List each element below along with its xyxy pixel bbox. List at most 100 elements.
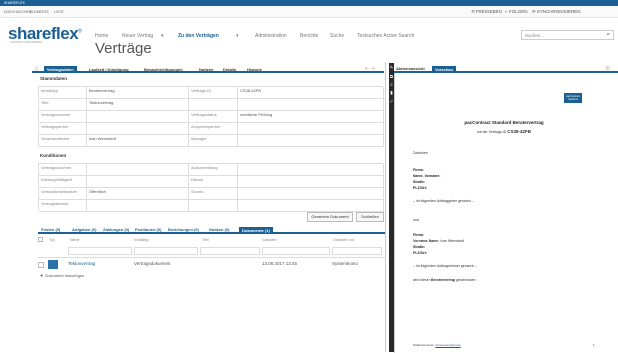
tab-laufzeit[interactable]: Laufzeit / Kündigung [86, 66, 132, 73]
ribbon-tab-liste[interactable]: LISTE [54, 10, 64, 14]
field-value[interactable] [238, 200, 384, 212]
doc-footer-link[interactable]: www.pacontract.de [435, 343, 460, 347]
col-modified[interactable]: Geändert [262, 238, 277, 242]
field-value[interactable] [87, 164, 189, 176]
share-label: FREIGEBEN [475, 9, 502, 14]
settings-icon[interactable]: ⚙ [605, 65, 610, 72]
share-action[interactable]: ⟲ FREIGEBEN [471, 9, 502, 15]
ribbon-tab-elemente[interactable]: ELEMENTE [30, 10, 49, 14]
field-label: Zahlungsfälligkeit [39, 176, 87, 188]
page-title: Verträge [95, 40, 152, 57]
doc-subtitle: mit der Vertrags-ID [476, 130, 507, 134]
field-label: Vertrags-ID [189, 87, 238, 99]
tab-positionen[interactable]: Positionen (0) [135, 227, 161, 234]
field-value[interactable]: rechtliche Prüfung [238, 111, 384, 123]
field-value[interactable] [87, 123, 189, 135]
field-label: Vertragsnummer [39, 111, 87, 123]
collapse-icon[interactable]: ⇤ ⇥ [365, 66, 375, 72]
follow-label: FOLGEN [509, 9, 528, 14]
nav-reports[interactable]: Berichte [300, 33, 318, 39]
col-title[interactable]: Titel [202, 238, 208, 242]
preview-tabbar [394, 66, 618, 73]
tab-action-view[interactable]: Aktionsansicht [396, 66, 425, 71]
col-content-type[interactable]: Inhaltstyp [134, 238, 149, 242]
star-icon: ☆ [504, 8, 509, 14]
search-icon[interactable]: ⌕ [606, 31, 610, 39]
doc-firma: Firma: [413, 168, 424, 172]
nav-new-contract[interactable]: Neuer Vertrag [122, 33, 153, 39]
doc-street: Straße: [413, 180, 426, 184]
nav-home[interactable]: Home [95, 33, 108, 39]
tab-notizen-related[interactable]: Notizen (0) [209, 227, 229, 234]
field-value[interactable]: Ivan Wernstedt [87, 135, 189, 147]
col-type[interactable]: Typ [49, 238, 55, 242]
field-value[interactable] [238, 164, 384, 176]
field-value[interactable] [238, 188, 384, 200]
nav-contracts[interactable]: Zu den Verträgen [178, 33, 219, 39]
tab-details[interactable]: Details [220, 66, 239, 73]
doc-modified-by: Systemkonto [332, 261, 359, 266]
tab-benachrichtigungen[interactable]: Benachrichtigungen [141, 66, 186, 73]
nav-administration[interactable]: Administration [255, 33, 287, 39]
field-value[interactable]: Tektonvertrag [87, 99, 189, 111]
field-label: Ansprechpartner [189, 123, 238, 135]
nav-dropdown-icon[interactable]: ▾ [236, 33, 239, 39]
sync-action[interactable]: ⟳ SYNCHRONISIEREN [532, 9, 581, 15]
col-name[interactable]: Name [70, 238, 79, 242]
filter-type[interactable] [134, 247, 198, 255]
col-modified-by[interactable]: Geändert von [333, 238, 354, 242]
filter-title[interactable] [200, 247, 260, 255]
field-label [189, 99, 238, 111]
tab-preview[interactable]: Vorschau [432, 66, 456, 73]
tab-aufgaben[interactable]: Aufgaben (0) [72, 227, 96, 234]
filter-modified-by[interactable] [332, 247, 382, 255]
field-value[interactable] [87, 111, 189, 123]
field-value[interactable] [87, 176, 189, 188]
plus-icon: ✚ [40, 273, 44, 278]
select-all-checkbox[interactable] [38, 237, 43, 242]
tab-vertragsdaten[interactable]: Vertragsdaten [44, 66, 77, 73]
close-button[interactable]: Schließen [356, 212, 384, 222]
field-label: Titel [39, 99, 87, 111]
doc-street2: Straße: [413, 245, 426, 249]
filter-name[interactable] [68, 247, 132, 255]
field-label: Inhaltstyp [39, 87, 87, 99]
field-value[interactable] [238, 99, 384, 111]
field-value[interactable]: Beratervertrag [87, 87, 189, 99]
field-value[interactable] [87, 200, 189, 212]
field-value[interactable]: CS38-42FB [238, 87, 384, 99]
nav-active-search[interactable]: Testsuchen Active Search [357, 33, 414, 39]
doc-page-number: 1 [593, 343, 595, 347]
section-konditionen: Konditionen [40, 153, 67, 158]
nav-dropdown-icon[interactable]: ▾ [161, 33, 164, 39]
follow-action[interactable]: ☆ FOLGEN [504, 9, 528, 15]
field-value[interactable]: Öffentlich [87, 188, 189, 200]
field-label: Vertraulichkeitsstufe [39, 188, 87, 200]
nav-search[interactable]: Suche [330, 33, 344, 39]
field-label: Vertragsvolumen [39, 164, 87, 176]
tab-fristen[interactable]: Fristen (0) [41, 227, 60, 234]
row-checkbox[interactable] [38, 262, 44, 268]
sync-label: SYNCHRONISIEREN [536, 9, 581, 14]
generate-document-button[interactable]: Generiere Dokument [307, 212, 353, 222]
field-label: Vertragspartner [39, 123, 87, 135]
table-row[interactable]: Tektonvertrag Vertragsdokument 13.06.201… [38, 260, 385, 272]
doc-name-link[interactable]: Tektonvertrag [68, 261, 95, 266]
field-value[interactable] [238, 176, 384, 188]
tab-dokumente[interactable]: Dokumente (1) [239, 227, 273, 234]
field-value[interactable] [238, 135, 384, 147]
doc-auftraggeber: – im folgenden Auftraggeber genannt – [413, 199, 474, 203]
field-value[interactable] [238, 123, 384, 135]
doc-auftragnehmer: – im folgenden Auftragnehmer genannt – [413, 264, 477, 268]
new-document-link[interactable]: ✚ Dokument hinzufügen [40, 273, 84, 278]
filter-modified[interactable] [262, 247, 330, 255]
field-label: Vertragsbeweis [39, 200, 87, 212]
tab-notizen[interactable]: Notizen [196, 66, 216, 73]
tab-historie[interactable]: Historie [244, 66, 265, 73]
search-input[interactable]: Suchen... ⌕ [521, 30, 614, 40]
field-label: Verantwortlicher [39, 135, 87, 147]
tab-zahlungen[interactable]: Zahlungen (0) [103, 227, 129, 234]
pane-divider[interactable] [385, 62, 386, 352]
ribbon-tab-durchsuchen[interactable]: DURCHSUCHEN [4, 10, 31, 14]
tab-beziehungen[interactable]: Beziehungen (0) [168, 227, 199, 234]
